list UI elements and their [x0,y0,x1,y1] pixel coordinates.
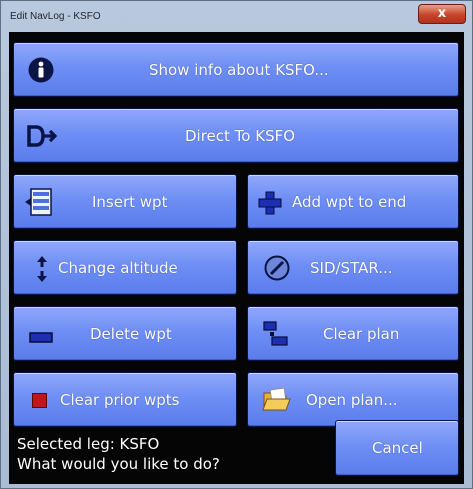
direct-to-icon [27,125,58,151]
red-square-icon [32,393,47,412]
dialog-body: Show info about KSFO... Direct To KSFO I… [9,32,464,484]
delete-wpt-label: Delete wpt [90,325,172,343]
folder-icon [262,387,292,417]
clear-plan-icon [263,320,289,352]
clear-prior-wpts-label: Clear prior wpts [60,391,180,409]
plus-icon [258,191,282,219]
open-plan-label: Open plan... [306,391,398,409]
clear-prior-wpts-button[interactable]: Clear prior wpts [13,372,237,427]
close-button[interactable]: x [418,4,466,24]
delete-wpt-button[interactable]: Delete wpt [13,306,237,361]
clear-plan-button[interactable]: Clear plan [247,306,459,361]
title-bar: Edit NavLog - KSFO x [1,1,472,33]
open-plan-button[interactable]: Open plan... [247,372,459,427]
insert-icon [25,187,55,221]
selected-leg-text: Selected leg: KSFO [17,435,160,453]
sid-star-label: SID/STAR... [310,259,393,277]
info-icon [27,56,55,88]
change-altitude-label: Change altitude [58,259,178,277]
cancel-label: Cancel [372,439,423,457]
direct-to-label: Direct To KSFO [185,127,296,145]
insert-wpt-label: Insert wpt [92,193,168,211]
prompt-text: What would you like to do? [17,455,220,473]
altitude-arrows-icon [36,255,48,287]
add-wpt-end-button[interactable]: Add wpt to end [247,174,459,229]
change-altitude-button[interactable]: Change altitude [13,240,237,295]
sid-star-icon [264,255,290,285]
status-block: Selected leg: KSFO What would you like t… [17,434,220,474]
clear-plan-label: Clear plan [323,325,400,343]
add-wpt-end-label: Add wpt to end [292,193,407,211]
window-title: Edit NavLog - KSFO [10,11,101,22]
sid-star-button[interactable]: SID/STAR... [247,240,459,295]
insert-wpt-button[interactable]: Insert wpt [13,174,237,229]
minus-icon [29,329,53,347]
edit-navlog-window: Edit NavLog - KSFO x Show info about KSF… [0,0,473,489]
direct-to-button[interactable]: Direct To KSFO [13,108,459,163]
show-info-label: Show info about KSFO... [149,61,329,79]
show-info-button[interactable]: Show info about KSFO... [13,42,459,97]
cancel-button[interactable]: Cancel [335,420,459,476]
